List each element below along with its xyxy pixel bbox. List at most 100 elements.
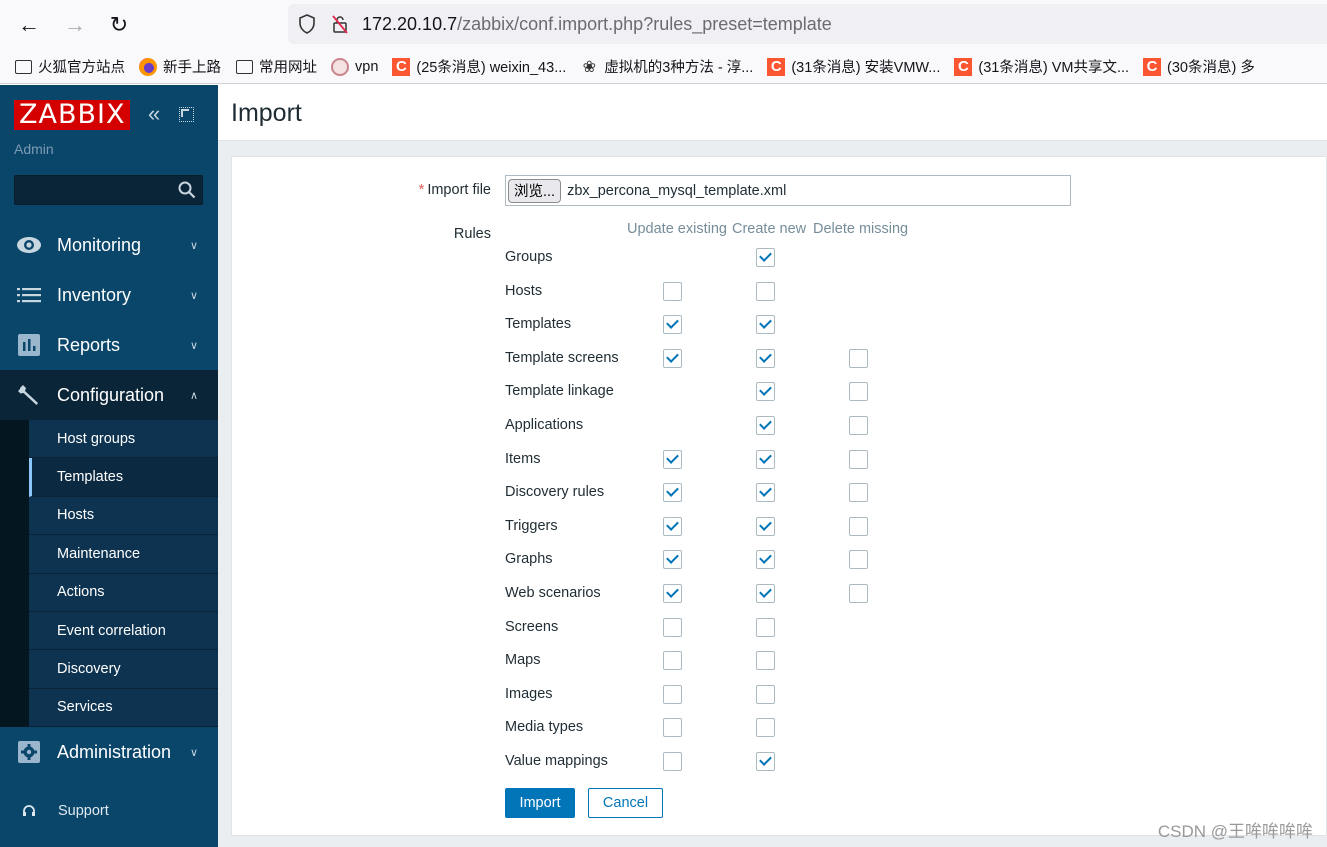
checkbox-create-template-linkage[interactable] xyxy=(756,382,775,402)
support-link[interactable]: Support xyxy=(22,803,109,819)
submenu-item-services[interactable]: Services xyxy=(29,688,218,728)
reload-button[interactable]: ↻ xyxy=(104,10,134,40)
insecure-lock-icon[interactable] xyxy=(330,14,350,34)
list-icon xyxy=(15,281,43,309)
shield-icon[interactable] xyxy=(298,14,316,34)
url-text[interactable]: 172.20.10.7/zabbix/conf.import.php?rules… xyxy=(362,14,832,35)
checkbox-create-graphs[interactable] xyxy=(756,550,775,570)
bookmark-label: vpn xyxy=(355,58,379,75)
bookmark-item[interactable]: C (25条消息) weixin_43... xyxy=(392,56,566,77)
checkbox-create-images[interactable] xyxy=(756,684,775,704)
checkbox-update-templates[interactable] xyxy=(663,315,682,335)
chevron-up-icon: ∧ xyxy=(189,389,199,402)
csdn-icon: C xyxy=(1143,57,1162,76)
zabbix-logo[interactable]: ZABBIX xyxy=(14,100,131,130)
checkbox-update-triggers[interactable] xyxy=(663,516,682,536)
bookmark-label: (25条消息) weixin_43... xyxy=(416,60,567,76)
menu-configuration[interactable]: Configuration ∧ xyxy=(0,370,218,420)
checkbox-update-graphs[interactable] xyxy=(663,550,682,570)
checkbox-update-web-scenarios[interactable] xyxy=(663,584,682,603)
bookmark-item[interactable]: C (31条消息) VM共享文... xyxy=(954,56,1129,77)
browse-button[interactable]: 浏览... xyxy=(508,178,562,203)
checkbox-delete-template-screens[interactable] xyxy=(849,348,868,368)
checkbox-delete-graphs[interactable] xyxy=(849,550,868,570)
bookmark-label: (31条消息) VM共享文... xyxy=(978,60,1130,76)
bookmark-item[interactable]: ❀ 虚拟机的3种方法 - 淳... xyxy=(580,56,754,77)
checkbox-delete-discovery-rules[interactable] xyxy=(849,483,868,503)
sidebar-search-input[interactable] xyxy=(14,175,203,205)
checkbox-create-template-screens[interactable] xyxy=(756,348,775,368)
checkbox-delete-triggers[interactable] xyxy=(849,516,868,536)
cancel-button[interactable]: Cancel xyxy=(588,788,663,818)
menu-label: Reports xyxy=(57,334,121,355)
submenu-item-host-groups[interactable]: Host groups xyxy=(29,420,218,459)
forward-button[interactable]: → xyxy=(60,10,90,40)
collapse-sidebar-button[interactable]: « xyxy=(148,102,160,126)
menu-reports[interactable]: Reports ∨ xyxy=(0,320,218,370)
bookmark-item[interactable]: C (31条消息) 安装VMW... xyxy=(767,56,940,77)
firefox-icon xyxy=(139,57,157,76)
checkbox-create-triggers[interactable] xyxy=(756,516,775,536)
bookmarks-bar: 火狐官方站点 新手上路 常用网址 vpn C (25条消息) weixin_43... ❀ 虚… xyxy=(0,50,1327,84)
checkbox-update-maps[interactable] xyxy=(663,651,682,671)
checkbox-create-value-mappings[interactable] xyxy=(756,752,775,771)
chevron-down-icon: ∨ xyxy=(189,239,199,252)
rule-label: Triggers xyxy=(505,517,558,534)
checkbox-update-hosts[interactable] xyxy=(663,281,682,301)
submenu-item-maintenance[interactable]: Maintenance xyxy=(29,535,218,574)
chevron-down-icon: ∨ xyxy=(189,289,199,302)
folder-icon xyxy=(14,58,32,76)
checkbox-create-web-scenarios[interactable] xyxy=(756,584,775,603)
column-delete-missing: Delete missing xyxy=(813,221,909,237)
checkbox-create-maps[interactable] xyxy=(756,651,775,671)
search-icon[interactable] xyxy=(178,181,196,199)
bookmark-item[interactable]: vpn xyxy=(331,57,379,76)
main-content: Import * Import file 浏览... zbx_percona_my… xyxy=(218,85,1327,847)
headset-icon xyxy=(23,805,35,816)
checkbox-update-discovery-rules[interactable] xyxy=(663,483,682,503)
submenu-item-discovery[interactable]: Discovery xyxy=(29,650,218,689)
url-bar[interactable]: 172.20.10.7/zabbix/conf.import.php?rules… xyxy=(288,4,1327,44)
submenu-item-event-correlation[interactable]: Event correlation xyxy=(29,612,218,651)
rule-label: Value mappings xyxy=(505,753,608,769)
import-button[interactable]: Import xyxy=(505,788,575,818)
bookmark-item[interactable]: 火狐官方站点 xyxy=(14,56,125,77)
rule-label: Maps xyxy=(505,652,541,669)
checkbox-create-items[interactable] xyxy=(756,449,775,469)
bar-chart-icon xyxy=(15,331,43,359)
checkbox-create-media-types[interactable] xyxy=(756,718,775,738)
watermark: CSDN @王哞哞哞哞 xyxy=(1157,822,1313,841)
checkbox-create-discovery-rules[interactable] xyxy=(756,483,775,503)
chevron-down-icon: ∨ xyxy=(189,339,199,352)
back-button[interactable]: ← xyxy=(14,10,44,40)
bookmark-item[interactable]: C (30条消息) 多 xyxy=(1143,56,1255,77)
submenu-item-hosts[interactable]: Hosts xyxy=(29,496,218,536)
checkbox-update-value-mappings[interactable] xyxy=(663,752,682,771)
checkbox-update-images[interactable] xyxy=(663,684,682,704)
kiosk-mode-icon[interactable] xyxy=(179,107,194,122)
checkbox-delete-web-scenarios[interactable] xyxy=(849,584,868,603)
menu-monitoring[interactable]: Monitoring ∨ xyxy=(0,220,218,270)
checkbox-delete-template-linkage[interactable] xyxy=(849,382,868,402)
submenu-item-templates[interactable]: Templates xyxy=(29,458,218,497)
configuration-submenu: Host groups Templates Hosts Maintenance Acti… xyxy=(0,420,218,728)
submenu-item-actions[interactable]: Actions xyxy=(29,573,218,612)
import-file-label: * Import file xyxy=(419,182,491,198)
checkbox-create-applications[interactable] xyxy=(756,416,775,435)
checkbox-create-hosts[interactable] xyxy=(756,281,775,301)
checkbox-delete-items[interactable] xyxy=(849,449,868,469)
checkbox-update-media-types[interactable] xyxy=(663,718,682,738)
import-file-input[interactable]: 浏览... zbx_percona_mysql_template.xml xyxy=(505,175,1071,206)
checkbox-update-template-screens[interactable] xyxy=(663,348,682,368)
bookmark-item[interactable]: 新手上路 xyxy=(139,56,221,77)
page-header: Import xyxy=(218,85,1327,141)
checkbox-update-items[interactable] xyxy=(663,449,682,469)
checkbox-create-groups[interactable] xyxy=(756,248,775,267)
checkbox-create-screens[interactable] xyxy=(756,617,775,637)
menu-administration[interactable]: Administration ∨ xyxy=(0,727,218,777)
checkbox-update-screens[interactable] xyxy=(663,617,682,637)
checkbox-create-templates[interactable] xyxy=(756,315,775,335)
bookmark-item[interactable]: 常用网址 xyxy=(235,56,317,77)
checkbox-delete-applications[interactable] xyxy=(849,416,868,435)
menu-inventory[interactable]: Inventory ∨ xyxy=(0,270,218,320)
